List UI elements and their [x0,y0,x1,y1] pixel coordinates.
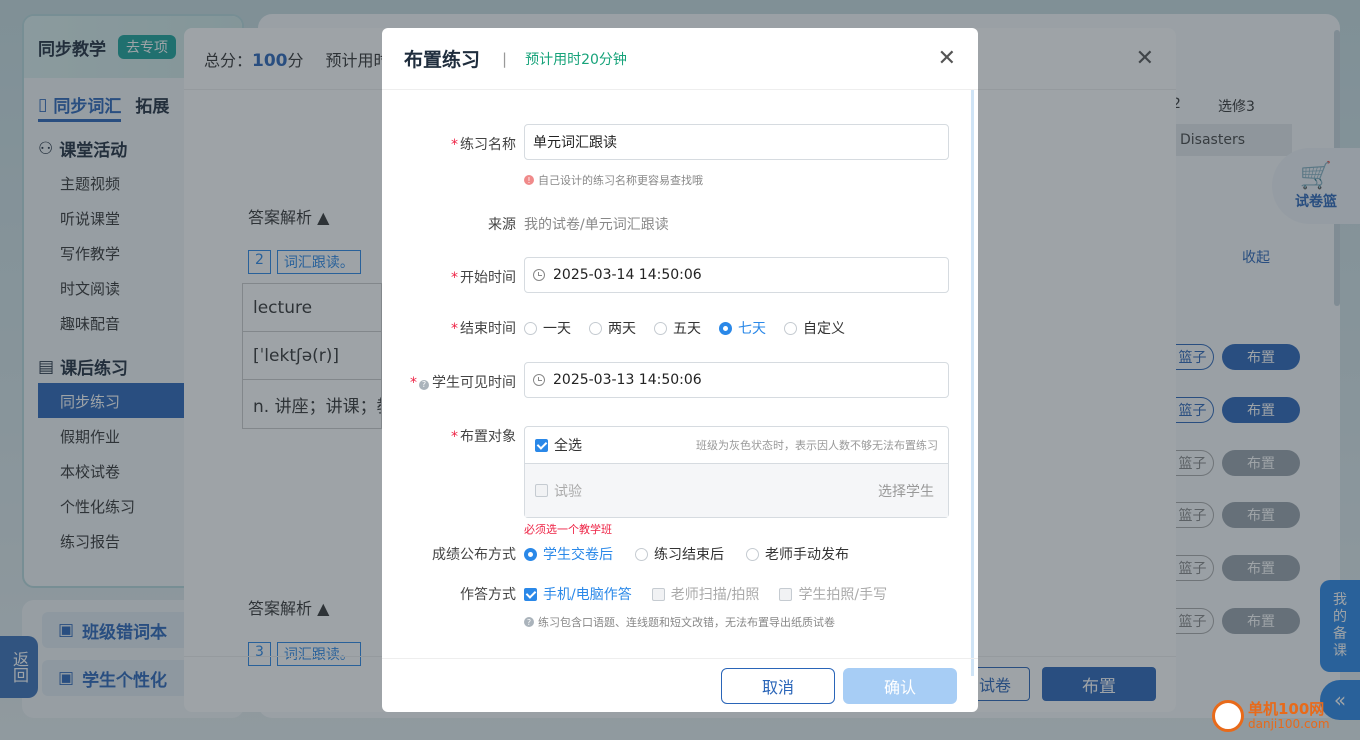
publish-after-end[interactable]: 练习结束后 [635,544,724,564]
assign-practice-dialog: 布置练习 | 预计用时20分钟 ✕ * 练习名称 单元词汇跟读 ! 自己设计的练习… [382,28,978,712]
watermark: 单机100网 danji100.com [1212,700,1330,732]
close-icon[interactable]: ✕ [938,46,956,71]
class-row: 试验 选择学生 [525,464,948,517]
start-time-label: * 开始时间 [451,270,516,286]
answer-online[interactable]: 手机/电脑作答 [524,584,632,604]
watermark-text: 单机100网 [1248,700,1325,718]
watermark-logo-icon [1212,700,1244,732]
class-name: 试验 [554,483,582,500]
source-value: 我的试卷/单元词汇跟读 [524,217,669,233]
end-option-1day[interactable]: 一天 [524,318,571,338]
end-time-options: 一天 两天 五天 七天 自定义 [524,318,845,338]
select-all-row: 全选 班级为灰色状态时，表示因人数不够无法布置练习 [525,427,948,464]
header-separator: | [502,49,508,68]
answer-label: 作答方式 [460,587,516,603]
clock-icon [533,374,545,386]
visible-time-value: 2025-03-13 14:50:06 [553,372,702,388]
name-input[interactable]: 单元词汇跟读 [524,124,949,160]
class-checkbox[interactable] [535,484,548,497]
clock-icon [533,269,545,281]
dialog-header: 布置练习 | 预计用时20分钟 [382,28,978,90]
start-time-value: 2025-03-14 14:50:06 [553,267,702,283]
dialog-footer: 取消 确认 [382,658,978,712]
select-all-label[interactable]: 全选 [554,435,582,455]
name-hint: ! 自己设计的练习名称更容易查找哦 [524,172,703,188]
target-tip: 班级为灰色状态时，表示因人数不够无法布置练习 [696,439,938,452]
target-box: 全选 班级为灰色状态时，表示因人数不够无法布置练习 试验 选择学生 [524,426,949,518]
name-hint-text: 自己设计的练习名称更容易查找哦 [538,174,703,187]
dialog-title: 布置练习 [404,49,481,71]
answer-hint-text: 练习包含口语题、连线题和短文改错，无法布置导出纸质试卷 [538,616,835,629]
publish-options: 学生交卷后 练习结束后 老师手动发布 [524,544,849,564]
confirm-button[interactable]: 确认 [843,668,957,704]
publish-after-submit[interactable]: 学生交卷后 [524,544,613,564]
end-option-custom[interactable]: 自定义 [784,318,845,338]
info-icon: ! [524,175,534,185]
choose-students-link[interactable]: 选择学生 [878,481,934,501]
dialog-scrollbar[interactable] [971,90,974,676]
cancel-button[interactable]: 取消 [721,668,835,704]
answer-student-photo[interactable]: 学生拍照/手写 [779,584,887,604]
answer-teacher-scan[interactable]: 老师扫描/拍照 [651,584,759,604]
end-option-7day[interactable]: 七天 [719,318,766,338]
visible-time-label: *? 学生可见时间 [410,375,516,391]
watermark-url: danji100.com [1248,717,1330,731]
start-time-picker[interactable]: 2025-03-14 14:50:06 [524,257,949,293]
end-time-label: * 结束时间 [451,321,516,337]
info-icon: ? [524,617,534,627]
estimated-time: 预计用时20分钟 [525,51,627,68]
source-label: 来源 [488,217,516,233]
end-option-2day[interactable]: 两天 [589,318,636,338]
select-all-checkbox[interactable] [535,438,548,452]
target-label: * 布置对象 [451,429,516,445]
answer-hint: ? 练习包含口语题、连线题和短文改错，无法布置导出纸质试卷 [524,614,835,630]
help-icon: ? [419,379,429,390]
visible-time-picker[interactable]: 2025-03-13 14:50:06 [524,362,949,398]
watermark-text-block: 单机100网 danji100.com [1248,701,1330,731]
answer-options: 手机/电脑作答 老师扫描/拍照 学生拍照/手写 [524,584,887,604]
publish-label: 成绩公布方式 [432,547,516,563]
publish-manual[interactable]: 老师手动发布 [746,544,849,564]
target-error: 必须选一个教学班 [524,523,612,536]
end-option-5day[interactable]: 五天 [654,318,701,338]
name-label: * 练习名称 [451,137,516,153]
